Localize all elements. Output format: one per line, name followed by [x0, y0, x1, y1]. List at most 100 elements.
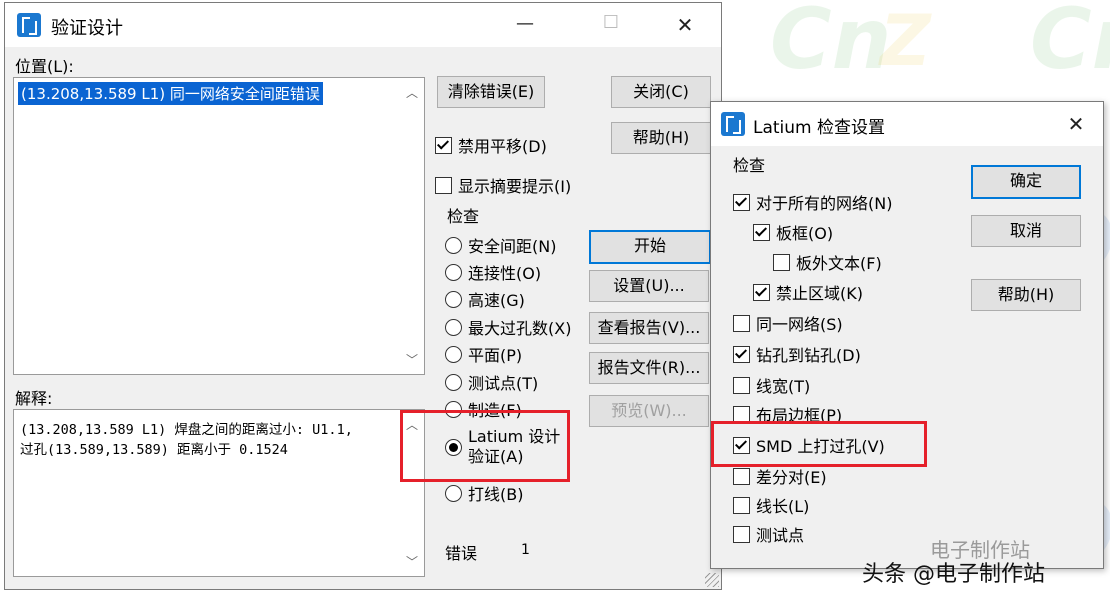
checkbox-label: 板框(O) — [776, 224, 834, 243]
location-list-item[interactable]: (13.208,13.589 L1) 同一网络安全间距错误 — [18, 82, 323, 105]
radio-circle[interactable] — [445, 345, 462, 363]
check-group-label: 检查 — [733, 156, 766, 175]
radio-label: 安全间距(N) — [468, 237, 557, 256]
verify-design-dialog: 验证设计 — ☐ ✕ 位置(L): (13.208,13.589 L1) 同一网… — [4, 2, 722, 590]
checkbox-label: 差分对(E) — [756, 468, 827, 487]
latium-dialog-titlebar[interactable]: Latium 检查设置 ✕ — [711, 102, 1103, 146]
errors-label: 错误 — [445, 544, 478, 563]
checkbox-box[interactable] — [733, 467, 750, 485]
drill-to-drill-checkbox[interactable]: 钻孔到钻孔(D) — [733, 342, 861, 366]
app-logo-icon — [721, 112, 745, 136]
watermark-cn: Cn — [1030, 0, 1110, 88]
errors-count: 1 — [521, 542, 530, 558]
explanation-textbox[interactable]: (13.208,13.589 L1) 焊盘之间的距离过小: U1.1, 过孔(1… — [13, 409, 425, 577]
minimize-icon[interactable]: — — [505, 13, 545, 34]
checkbox-box[interactable] — [733, 405, 750, 423]
setup-button[interactable]: 设置(U)... — [589, 270, 709, 302]
trace-width-checkbox[interactable]: 线宽(T) — [733, 373, 810, 397]
verify-dialog-title: 验证设计 — [51, 18, 123, 39]
close-icon[interactable]: ✕ — [1056, 112, 1096, 136]
preview-button[interactable]: 预览(W)... — [589, 395, 709, 427]
radio-label: 打线(B) — [468, 485, 524, 504]
radio-circle[interactable] — [445, 373, 462, 391]
radio-label: 最大过孔数(X) — [468, 319, 572, 338]
radio-test-point[interactable]: 测试点(T) — [445, 370, 538, 394]
radio-connectivity[interactable]: 连接性(O) — [445, 260, 541, 284]
ok-button[interactable]: 确定 — [971, 165, 1081, 199]
checkbox-label: 测试点 — [756, 526, 805, 545]
checkbox-box[interactable] — [733, 193, 750, 211]
start-button[interactable]: 开始 — [589, 230, 711, 264]
radio-max-vias[interactable]: 最大过孔数(X) — [445, 315, 571, 339]
checkbox-label: 禁止区域(K) — [776, 284, 863, 303]
radio-plane[interactable]: 平面(P) — [445, 342, 522, 366]
board-outline-checkbox[interactable]: 板框(O) — [753, 220, 833, 244]
diff-pair-checkbox[interactable]: 差分对(E) — [733, 464, 827, 488]
checkbox-box[interactable] — [733, 525, 750, 543]
cancel-button[interactable]: 取消 — [971, 215, 1081, 247]
highlight-via-on-smd — [711, 421, 927, 467]
check-group-label: 检查 — [447, 207, 480, 226]
show-summary-checkbox[interactable]: 显示摘要提示(I) — [435, 173, 571, 197]
checkbox-box[interactable] — [773, 253, 790, 271]
checkbox-label: 板外文本(F) — [796, 254, 882, 273]
verify-dialog-titlebar[interactable]: 验证设计 — ☐ ✕ — [5, 3, 721, 47]
checkbox-box[interactable] — [435, 136, 452, 154]
location-list[interactable]: (13.208,13.589 L1) 同一网络安全间距错误 ︿ ﹀ — [13, 77, 425, 375]
highlight-latium-option — [400, 410, 570, 482]
checkbox-box[interactable] — [733, 314, 750, 332]
checkbox-label: 线长(L) — [756, 497, 810, 516]
scroll-down-icon[interactable]: ﹀ — [406, 351, 418, 368]
resize-grip-icon[interactable] — [705, 573, 719, 587]
all-nets-checkbox[interactable]: 对于所有的网络(N) — [733, 190, 892, 214]
view-report-button[interactable]: 查看报告(V)... — [589, 312, 709, 344]
checkbox-box[interactable] — [733, 496, 750, 514]
report-file-button[interactable]: 报告文件(R)... — [589, 352, 709, 384]
keepout-area-checkbox[interactable]: 禁止区域(K) — [753, 280, 863, 304]
explanation-line: (13.208,13.589 L1) 焊盘之间的距离过小: U1.1, — [20, 422, 353, 438]
radio-label: 平面(P) — [468, 346, 523, 365]
radio-wire-bond[interactable]: 打线(B) — [445, 481, 523, 505]
help-button[interactable]: 帮助(H) — [971, 279, 1081, 311]
latium-check-settings-dialog: Latium 检查设置 ✕ 检查 对于所有的网络(N) 板框(O) 板外文本(F… — [710, 101, 1104, 569]
checkbox-box[interactable] — [733, 376, 750, 394]
source-credit: 头条 @电子制作站 — [862, 562, 1045, 587]
latium-dialog-title: Latium 检查设置 — [753, 118, 886, 138]
explanation-label: 解释: — [15, 389, 53, 408]
radio-clearance[interactable]: 安全间距(N) — [445, 233, 556, 257]
checkbox-box[interactable] — [733, 345, 750, 363]
trace-length-checkbox[interactable]: 线长(L) — [733, 493, 809, 517]
watermark-z: Z — [880, 0, 931, 82]
same-net-checkbox[interactable]: 同一网络(S) — [733, 311, 843, 335]
checkbox-label: 同一网络(S) — [756, 315, 843, 334]
checkbox-label: 对于所有的网络(N) — [756, 194, 893, 213]
radio-label: 连接性(O) — [468, 264, 542, 283]
help-button[interactable]: 帮助(H) — [611, 122, 711, 154]
scroll-up-icon[interactable]: ︿ — [406, 84, 418, 101]
explanation-line: 过孔(13.589,13.589) 距离小于 0.1524 — [20, 442, 288, 458]
radio-circle[interactable] — [445, 484, 462, 502]
checkbox-box[interactable] — [435, 176, 452, 194]
location-label: 位置(L): — [15, 57, 74, 76]
radio-label: 高速(G) — [468, 291, 525, 310]
disable-pan-checkbox[interactable]: 禁用平移(D) — [435, 133, 547, 157]
text-outside-board-checkbox[interactable]: 板外文本(F) — [773, 250, 882, 274]
radio-circle[interactable] — [445, 263, 462, 281]
checkbox-box[interactable] — [753, 223, 770, 241]
radio-high-speed[interactable]: 高速(G) — [445, 287, 525, 311]
scroll-down-icon[interactable]: ﹀ — [406, 553, 418, 570]
app-logo-icon — [17, 13, 41, 37]
radio-circle[interactable] — [445, 236, 462, 254]
test-point-checkbox[interactable]: 测试点 — [733, 522, 804, 546]
checkbox-label: 钻孔到钻孔(D) — [756, 346, 861, 365]
close-icon[interactable]: ✕ — [665, 13, 705, 37]
maximize-icon[interactable]: ☐ — [591, 12, 631, 33]
radio-circle[interactable] — [445, 318, 462, 336]
checkbox-label: 线宽(T) — [756, 377, 811, 396]
close-button[interactable]: 关闭(C) — [611, 76, 711, 108]
clear-errors-button[interactable]: 清除错误(E) — [437, 76, 545, 108]
radio-circle[interactable] — [445, 290, 462, 308]
checkbox-box[interactable] — [753, 283, 770, 301]
watermark-cn: Cn — [770, 0, 892, 88]
radio-label: 测试点(T) — [468, 374, 539, 393]
